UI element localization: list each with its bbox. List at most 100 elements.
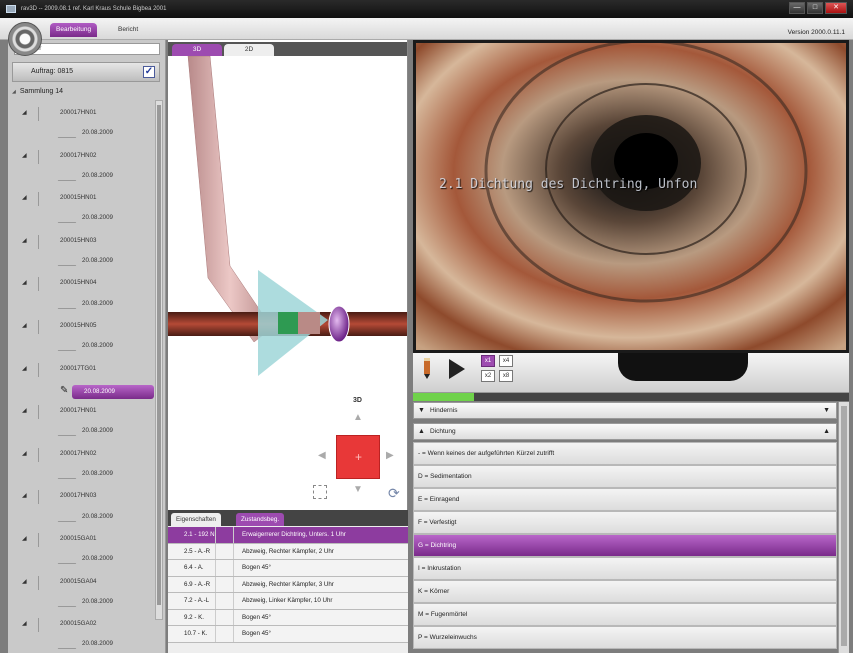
checkbox-checked-icon[interactable]: ✓ (143, 66, 155, 78)
cell-code (216, 609, 234, 625)
playback-progress[interactable] (413, 393, 849, 401)
code-item[interactable]: K = Körner (413, 580, 837, 603)
close-button[interactable]: ✕ (825, 2, 847, 14)
expand-arrow-icon[interactable]: ◢ (22, 152, 27, 159)
tree-node[interactable]: ◢ 200015HN05 (8, 319, 158, 340)
tree-node[interactable]: ◢ 200017HN02 (8, 149, 158, 170)
arrow-up-icon[interactable]: ▲ (353, 412, 363, 423)
cell-description: Bogen 45° (242, 564, 271, 571)
expand-arrow-icon[interactable]: ◢ (22, 322, 27, 329)
tree-node[interactable]: ◢ 200015HN04 (8, 276, 158, 297)
tree-node[interactable]: ◢ 200015HN01 (8, 191, 158, 212)
minimize-button[interactable]: — (789, 2, 805, 14)
code-item[interactable]: P = Wurzeleinwuchs (413, 626, 837, 649)
video-player[interactable]: 2.1 Dichtung des Dichtring, Unfon (413, 40, 849, 353)
expand-arrow-icon[interactable]: ◢ (22, 492, 27, 499)
dichtung-dropdown[interactable]: ▲ Dichtung ▲ (413, 423, 837, 440)
table-row[interactable]: 6.9 - A.-R Abzweig, Rechter Kämpfer, 3 Uh… (168, 576, 408, 593)
sammlung-label[interactable]: Sammlung 14 (12, 88, 63, 95)
tree-date-item[interactable]: 20.08.2009 (8, 298, 158, 319)
pencil-icon[interactable] (421, 358, 433, 380)
damage-marker[interactable] (328, 305, 350, 343)
scroll-thumb[interactable] (841, 406, 847, 646)
tree-date-item[interactable]: 20.08.2009 (8, 255, 158, 276)
expand-arrow-icon[interactable]: ◢ (22, 535, 27, 542)
code-list-scrollbar[interactable] (838, 402, 849, 653)
tree-connector (57, 300, 81, 309)
rotate-icon[interactable]: ⟳ (388, 485, 400, 502)
code-item[interactable]: M = Fugenmörtel (413, 603, 837, 626)
fit-view-icon[interactable] (313, 485, 327, 499)
maximize-button[interactable]: □ (807, 2, 823, 14)
tree-node[interactable]: ◢ 200015GA01 (8, 532, 158, 553)
hindernis-dropdown[interactable]: ▼ Hindernis ▼ (413, 402, 837, 419)
expand-arrow-icon[interactable]: ◢ (22, 450, 27, 457)
tree-node[interactable]: ◢ 200017HN01 (8, 404, 158, 425)
scroll-thumb[interactable] (157, 105, 161, 605)
tree-node[interactable]: ◢ 200017HN03 (8, 489, 158, 510)
tree-date-item[interactable]: 20.08.2009 (8, 212, 158, 233)
table-row[interactable]: 10.7 - K. Bogen 45° (168, 626, 408, 643)
speed-x8-button[interactable]: x8 (499, 370, 513, 382)
play-icon[interactable] (449, 359, 465, 379)
tree-date-item[interactable]: 20.08.2009 (8, 468, 158, 489)
nav-center-button[interactable]: + (336, 435, 380, 479)
pipe-3d-scene[interactable] (168, 56, 408, 396)
cell-description: Abzweig, Rechter Kämpfer, 3 Uhr (242, 580, 334, 588)
speed-x2-button[interactable]: x2 (481, 370, 495, 382)
tree-item-label: 20.08.2009 (82, 640, 113, 648)
code-item[interactable]: D = Sedimentation (413, 465, 837, 488)
tree-date-item[interactable]: 20.08.2009 (8, 638, 158, 653)
tree-node[interactable]: ◢ 200017HN01 (8, 106, 158, 127)
speed-x1-button[interactable]: x1 (481, 355, 495, 367)
expand-arrow-icon[interactable]: ◢ (22, 407, 27, 414)
tree-item-label: 200015GA01 (60, 534, 97, 542)
tree-date-item[interactable]: 20.08.2009 (8, 170, 158, 191)
tree-date-item[interactable]: 20.08.2009 (8, 553, 158, 574)
tree-date-item[interactable]: 20.08.2009 (8, 511, 158, 532)
auftrag-header[interactable]: Auftrag: 0815 ✓ (12, 62, 160, 82)
tree-date-item[interactable]: 20.08.2009 (8, 596, 158, 617)
tree-date-item[interactable]: 20.08.2009 (8, 425, 158, 446)
table-row[interactable]: 9.2 - K. Bogen 45° (168, 609, 408, 626)
tree-date-item[interactable]: ✎ 20.08.2009 (8, 383, 158, 404)
expand-arrow-icon[interactable]: ◢ (22, 578, 27, 585)
tab-2d[interactable]: 2D (224, 44, 274, 56)
tree-node[interactable]: ◢ 200015GA04 (8, 575, 158, 596)
tab-zustand[interactable]: Zustandsbeg. (236, 513, 285, 526)
tree-date-item[interactable]: 20.08.2009 (8, 127, 158, 148)
tab-3d[interactable]: 3D (172, 44, 222, 56)
tree-node[interactable]: ◢ 200017TG01 (8, 362, 158, 383)
tree-node[interactable]: ◢ 200017HN02 (8, 447, 158, 468)
expand-arrow-icon[interactable]: ◢ (22, 109, 27, 116)
arrow-right-icon[interactable]: ▶ (386, 450, 394, 461)
speed-x4-button[interactable]: x4 (499, 355, 513, 367)
expand-arrow-icon[interactable]: ◢ (22, 194, 27, 201)
tab-bearbeitung[interactable]: Bearbeitung (50, 23, 98, 37)
expand-arrow-icon[interactable]: ◢ (22, 365, 27, 372)
expand-arrow-icon[interactable]: ◢ (22, 620, 27, 627)
code-item[interactable]: - = Wenn keines der aufgeführten Kürzel … (413, 442, 837, 465)
table-row[interactable]: 7.2 - A.-L Abzweig, Linker Kämpfer, 10 Uh… (168, 593, 408, 610)
table-row[interactable]: 2.5 - A.-R Abzweig, Rechter Kämpfer, 2 Uh… (168, 543, 408, 560)
table-row[interactable]: 6.4 - A. Bogen 45° (168, 560, 408, 577)
code-item[interactable]: E = Einragend (413, 488, 837, 511)
tree-connector (57, 258, 81, 267)
table-row[interactable]: 2.1 - 192 N Erwaigerrerer Dichtring, Unte… (168, 527, 408, 544)
tree-node[interactable]: ◢ 200015GA02 (8, 617, 158, 638)
code-item[interactable]: F = Verfestigt (413, 511, 837, 534)
tab-bericht[interactable]: Bericht (112, 23, 144, 37)
code-item[interactable]: I = Inkrustation (413, 557, 837, 580)
cell-description: Erwaigerrerer Dichtring, Unters. 1 Uhr (242, 531, 346, 538)
arrow-down-icon[interactable]: ▼ (353, 484, 363, 495)
arrow-left-icon[interactable]: ◀ (318, 450, 326, 461)
expand-arrow-icon[interactable]: ◢ (22, 279, 27, 286)
tree-node[interactable]: ◢ 200015HN03 (8, 234, 158, 255)
sidebar-scrollbar[interactable] (155, 100, 163, 620)
app-logo-icon[interactable] (8, 22, 42, 56)
tab-eigenschaften[interactable]: Eigenschaften (171, 513, 221, 526)
expand-arrow-icon[interactable]: ◢ (22, 237, 27, 244)
tree-date-item[interactable]: 20.08.2009 (8, 340, 158, 361)
code-item[interactable]: G = Dichtring (413, 534, 837, 557)
view-3d-panel[interactable]: 3D 2D 3D ▲ ◀ ▶ ▼ + ⟳ (168, 40, 408, 510)
